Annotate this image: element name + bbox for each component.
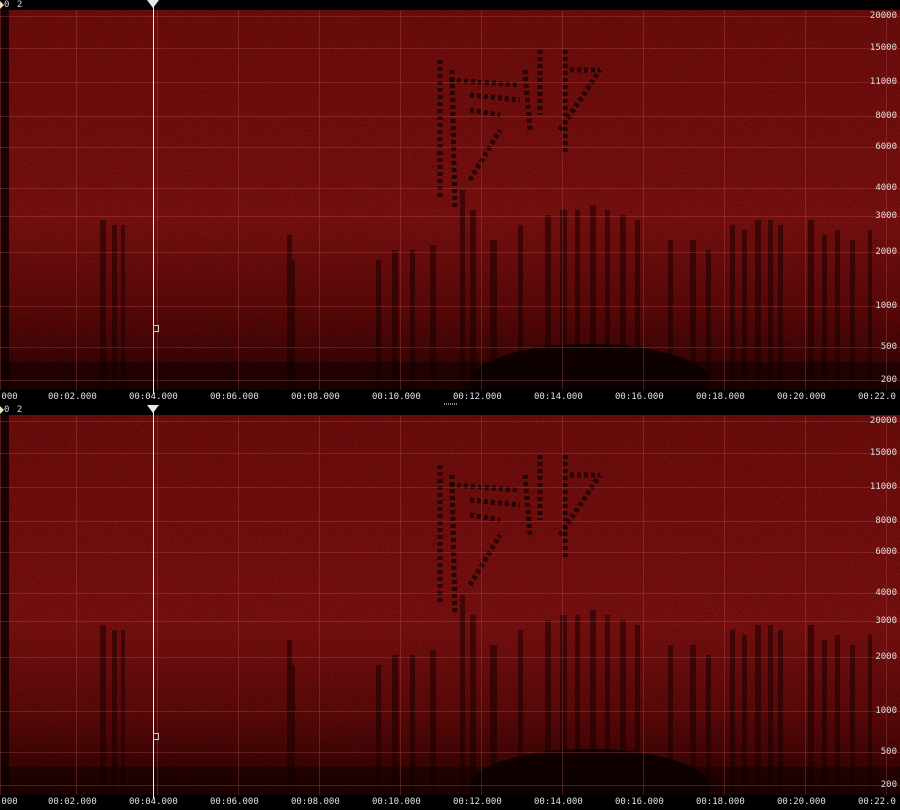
time-label: 00:22.0	[858, 797, 896, 807]
frequency-label: 11000	[869, 482, 897, 492]
frequency-label: 4000	[875, 588, 897, 598]
frequency-label: 15000	[869, 448, 897, 458]
time-axis[interactable]: .00000:02.00000:04.00000:06.00000:08.000…	[0, 795, 900, 810]
time-label: .000	[0, 392, 18, 402]
time-label: 00:08.000	[291, 392, 340, 402]
playhead-cursor[interactable]	[153, 409, 154, 799]
spectrogram-pane-bottom[interactable]: 0 2 20000 15000 11000 8000 6000 4000 3000 2000 1…	[0, 405, 900, 810]
time-label: 00:02.000	[48, 797, 97, 807]
frequency-label: 500	[880, 747, 897, 757]
time-label: 00:06.000	[210, 797, 259, 807]
frequency-label: 1000	[875, 301, 897, 311]
frequency-label: 6000	[875, 547, 897, 557]
frequency-label: 11000	[869, 77, 897, 87]
time-label: 00:14.000	[534, 392, 583, 402]
time-label: 00:22.0	[858, 392, 896, 402]
frequency-label: 6000	[875, 142, 897, 152]
frequency-label: 15000	[869, 43, 897, 53]
frequency-label: 8000	[875, 516, 897, 526]
playhead-cursor[interactable]	[153, 4, 154, 394]
time-label: 00:12.000	[453, 797, 502, 807]
time-label: 00:10.000	[372, 392, 421, 402]
spectrogram-pane-top[interactable]: 0 2 20000 15000 11000 8000 6000 4000 3000 2000 1…	[0, 0, 900, 405]
frequency-label: 200	[880, 780, 897, 790]
frequency-label: 200	[880, 375, 897, 385]
channel-header: 0 2	[0, 0, 900, 10]
time-label: 00:16.000	[615, 797, 664, 807]
frequency-label: 4000	[875, 183, 897, 193]
spectrogram-image	[0, 415, 900, 795]
time-label: 00:20.000	[777, 392, 826, 402]
frequency-label: 3000	[875, 211, 897, 221]
playhead-handle-icon[interactable]	[147, 405, 159, 413]
marker-flag-icon[interactable]	[153, 325, 159, 332]
spectrogram-view[interactable]	[0, 415, 900, 795]
frequency-label: 2000	[875, 247, 897, 257]
channel-header: 0 2	[0, 405, 900, 415]
time-label: 00:18.000	[696, 392, 745, 402]
channel-label: 0 2	[0, 0, 24, 10]
channel-label: 0 2	[0, 405, 24, 415]
frequency-label: 8000	[875, 111, 897, 121]
time-label: 00:14.000	[534, 797, 583, 807]
playhead-handle-icon[interactable]	[147, 0, 159, 8]
spectrogram-image	[0, 10, 900, 390]
frequency-label: 2000	[875, 652, 897, 662]
time-label: 00:02.000	[48, 392, 97, 402]
time-label: 00:16.000	[615, 392, 664, 402]
frequency-label: 20000	[869, 11, 897, 21]
time-label: 00:06.000	[210, 392, 259, 402]
marker-flag-icon[interactable]	[153, 733, 159, 740]
time-label: 00:20.000	[777, 797, 826, 807]
time-label: 00:18.000	[696, 797, 745, 807]
frequency-label: 1000	[875, 706, 897, 716]
time-label: .000	[0, 797, 18, 807]
frequency-label: 3000	[875, 616, 897, 626]
frequency-label: 20000	[869, 416, 897, 426]
time-label: 00:10.000	[372, 797, 421, 807]
frequency-label: 500	[880, 342, 897, 352]
spectrogram-view[interactable]	[0, 10, 900, 390]
time-label: 00:08.000	[291, 797, 340, 807]
time-label: 00:12.000	[453, 392, 502, 402]
